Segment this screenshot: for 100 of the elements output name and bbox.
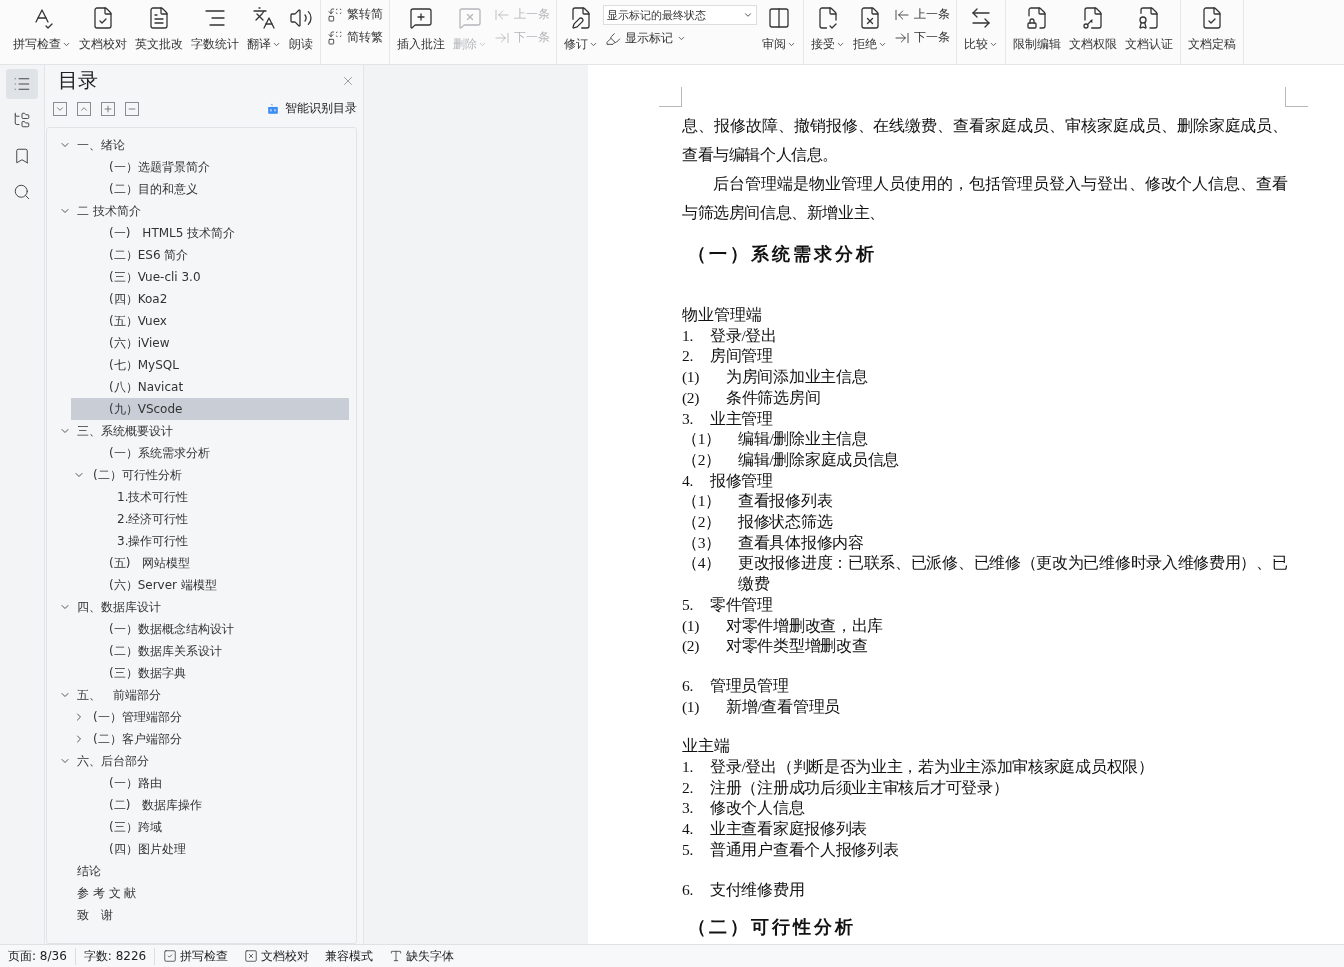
toc-item[interactable]: (一）管理端部分 <box>71 706 349 728</box>
toc-item[interactable]: (一）选题背景简介 <box>71 156 349 178</box>
toc-item[interactable]: (五）Vuex <box>71 310 349 332</box>
toc-item[interactable]: 1.技术可行性 <box>71 486 349 508</box>
toc-item[interactable]: (三）Vue-cli 3.0 <box>71 266 349 288</box>
list-text: 更改报修进度：已联系、已派修、已维修（更改为已维修时录入维修费用）、已缴费 <box>738 553 1288 595</box>
list-number: 4. <box>682 819 695 840</box>
toc-item[interactable]: 四、数据库设计 <box>57 596 349 618</box>
toolbar-button[interactable]: 文档定稿 <box>1185 4 1239 55</box>
toc-item[interactable]: (一）数据概念结构设计 <box>71 618 349 640</box>
list-number: 5. <box>682 839 695 860</box>
toc-item[interactable]: (一）系统需求分析 <box>71 442 349 464</box>
toolbar-button[interactable]: 朗读 <box>286 4 316 55</box>
add-button[interactable] <box>101 101 115 116</box>
caret-icon <box>989 40 998 49</box>
toc-item[interactable]: (五) 网站模型 <box>71 552 349 574</box>
document-badge-icon <box>1137 6 1161 30</box>
list-number: 1. <box>682 325 695 346</box>
toc-item[interactable]: 3.操作可行性 <box>71 530 349 552</box>
toolbar-button[interactable]: 英文批改 <box>132 4 186 55</box>
toolbar-button[interactable]: 文档校对 <box>76 4 130 55</box>
toolbar-button[interactable]: 接受 <box>808 4 848 55</box>
toc-item[interactable]: (四）图片处理 <box>71 838 349 860</box>
list-number: 6. <box>682 675 695 696</box>
markup-dropdown[interactable]: 显示标记的最终状态 <box>603 5 757 25</box>
list-text: 为房间添加业主信息 <box>726 367 868 388</box>
toc-item[interactable]: (三）数据字典 <box>71 662 349 684</box>
toc-item[interactable]: (二）客户端部分 <box>71 728 349 750</box>
toolbar-button[interactable]: 繁转简 <box>325 5 385 24</box>
toc-item[interactable]: (二）数据库关系设计 <box>71 640 349 662</box>
toolbar-button[interactable]: 显示标记 <box>603 29 757 48</box>
toc-item[interactable]: (三）跨域 <box>71 816 349 838</box>
toc-item[interactable]: (六）Server 端模型 <box>71 574 349 596</box>
smart-toc-link[interactable]: 智能识别目录 <box>265 100 357 117</box>
expand-button[interactable] <box>53 101 67 116</box>
status-button[interactable]: 缺失字体 <box>381 947 463 965</box>
caret-icon <box>677 34 686 43</box>
toolbar-button[interactable]: 文档权限 <box>1066 4 1120 55</box>
rail-button[interactable] <box>6 69 38 99</box>
checkbox-x-icon <box>244 949 259 963</box>
toolbar-button[interactable]: 审阅 <box>759 4 799 55</box>
margin-corner <box>1285 87 1308 107</box>
toolbar-button[interactable]: 翻译 <box>244 4 284 55</box>
list-text: 房间管理 <box>710 346 773 367</box>
list-number: (2) <box>682 387 701 408</box>
toc-item[interactable]: (八）Navicat <box>71 376 349 398</box>
toolbar-button[interactable]: 拒绝 <box>850 4 890 55</box>
list-number: 2. <box>682 777 695 798</box>
toolbar-button[interactable]: 限制编辑 <box>1010 4 1064 55</box>
toc-item[interactable]: 结论 <box>57 860 349 882</box>
document-check-icon <box>816 6 840 30</box>
list-text: 管理员管理 <box>710 675 789 696</box>
remove-button[interactable] <box>125 101 139 116</box>
toc-item[interactable]: 二 技术简介 <box>57 200 349 222</box>
toc-item[interactable]: 三、系统概要设计 <box>57 420 349 442</box>
caret-icon <box>743 10 753 20</box>
toolbar-button[interactable]: 插入批注 <box>394 4 448 55</box>
comment-plus-icon <box>409 6 433 30</box>
toolbar-button[interactable]: 文档认证 <box>1122 4 1176 55</box>
toc-item[interactable]: 五、 前端部分 <box>57 684 349 706</box>
toc-item[interactable]: (二) 数据库操作 <box>71 794 349 816</box>
list-number: 3. <box>682 408 695 429</box>
toc-item[interactable]: 致 谢 <box>57 904 349 926</box>
toc-item[interactable]: (二）ES6 简介 <box>71 244 349 266</box>
status-text: 兼容模式 <box>324 947 375 965</box>
toc-item[interactable]: (二）可行性分析 <box>71 464 349 486</box>
list-text: 业主管理 <box>710 408 773 429</box>
toc-item[interactable]: (一）路由 <box>71 772 349 794</box>
toc-item[interactable]: (二）目的和意义 <box>71 178 349 200</box>
toolbar-button[interactable]: 字数统计 <box>188 4 242 55</box>
collapse-button[interactable] <box>77 101 91 116</box>
list-number: （2） <box>682 512 722 533</box>
text-line: 业主端 <box>682 736 731 757</box>
list-text: 登录/登出（判断是否为业主，若为业主添加审核家庭成员权限） <box>710 757 1154 778</box>
status-button[interactable]: 文档校对 <box>236 947 318 965</box>
list-number: 5. <box>682 594 695 615</box>
toolbar-button[interactable]: 比较 <box>961 4 1001 55</box>
toc-item[interactable]: (七）MySQL <box>71 354 349 376</box>
list-text: 业主查看家庭报修列表 <box>710 819 867 840</box>
toolbar-button[interactable]: 上一条 <box>892 5 952 24</box>
toc-item[interactable]: 六、后台部分 <box>57 750 349 772</box>
toc-item[interactable]: (六）iView <box>71 332 349 354</box>
toolbar-button[interactable]: 修订 <box>561 4 601 55</box>
toc-item[interactable]: 参 考 文 献 <box>57 882 349 904</box>
columns-icon <box>767 6 791 30</box>
toc-item[interactable]: (一) HTML5 技术简介 <box>71 222 349 244</box>
font-icon <box>389 949 404 963</box>
toolbar-button[interactable]: 拼写检查 <box>10 4 74 55</box>
margin-corner <box>659 87 682 107</box>
bookmark-icon <box>13 147 31 165</box>
toc-item[interactable]: 2.经济可行性 <box>71 508 349 530</box>
list-number: (1) <box>682 696 701 717</box>
toolbar-button[interactable]: 下一条 <box>892 28 952 47</box>
toc-item[interactable]: (九）VScode <box>71 398 349 420</box>
toc-item[interactable]: (四）Koa2 <box>71 288 349 310</box>
document-text-icon <box>147 6 171 30</box>
status-button[interactable]: 拼写检查 <box>155 947 237 965</box>
panel-title: 目录 <box>58 67 98 94</box>
toolbar-button[interactable]: 简转繁 <box>325 28 385 47</box>
toc-item[interactable]: 一、绪论 <box>57 134 349 156</box>
